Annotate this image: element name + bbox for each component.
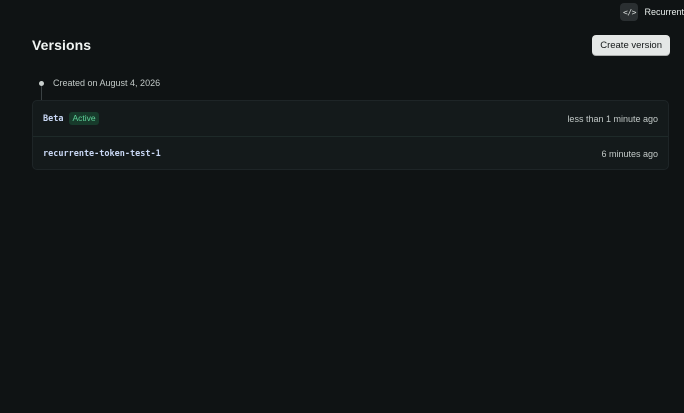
project-name[interactable]: Recurrent bbox=[644, 7, 684, 17]
page-title: Versions bbox=[32, 37, 92, 53]
version-timestamp: less than 1 minute ago bbox=[567, 113, 658, 124]
timeline-connector bbox=[41, 86, 42, 101]
version-row-beta[interactable]: Beta Active less than 1 minute ago bbox=[33, 101, 668, 136]
version-name[interactable]: recurrente-token-test-1 bbox=[43, 149, 161, 159]
top-bar: </> Recurrent bbox=[620, 0, 684, 22]
version-info: Beta Active bbox=[43, 112, 99, 125]
version-row-recurrente-token-test-1[interactable]: recurrente-token-test-1 6 minutes ago bbox=[33, 136, 668, 169]
active-status-badge: Active bbox=[69, 112, 99, 125]
timeline-created: Created on August 4, 2026 bbox=[38, 77, 338, 101]
create-version-button[interactable]: Create version bbox=[592, 34, 670, 56]
version-name[interactable]: Beta bbox=[43, 114, 63, 124]
versions-list: Beta Active less than 1 minute ago recur… bbox=[32, 100, 669, 170]
version-timestamp: 6 minutes ago bbox=[601, 149, 658, 159]
page-header: Versions Create version bbox=[32, 34, 670, 56]
created-date-label: Created on August 4, 2026 bbox=[53, 78, 161, 88]
version-info: recurrente-token-test-1 bbox=[43, 149, 161, 159]
code-icon[interactable]: </> bbox=[620, 3, 639, 21]
versions-page: </> Recurrent Versions Create version Cr… bbox=[0, 0, 684, 413]
